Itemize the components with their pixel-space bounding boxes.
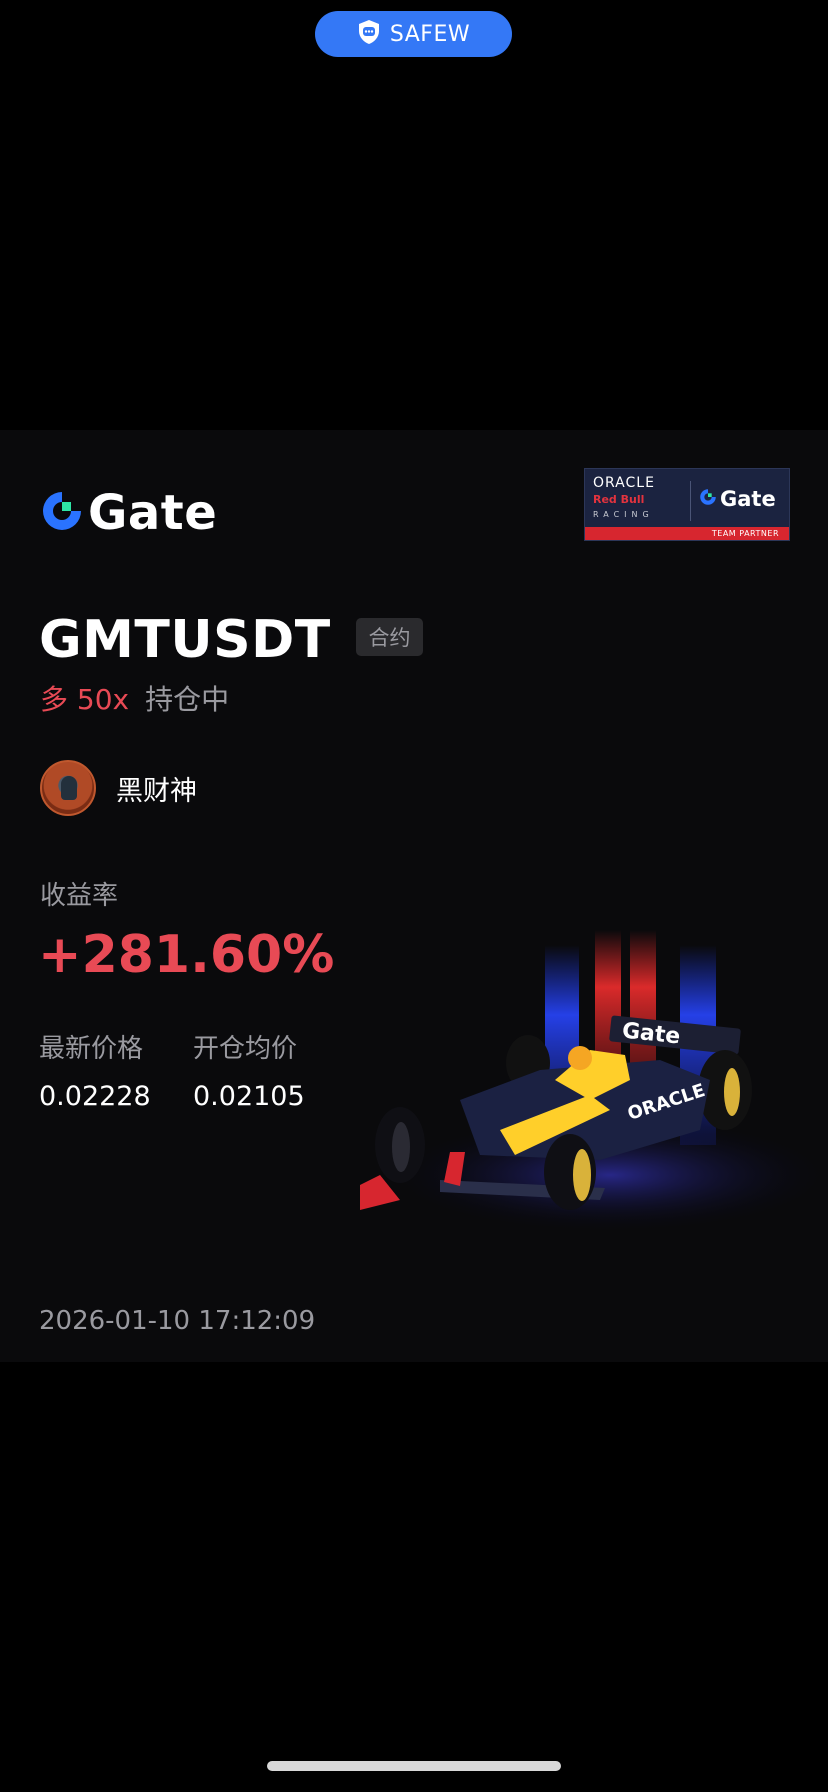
gate-logo: Gate — [40, 485, 217, 541]
partner-racing: RACING — [593, 510, 654, 519]
trading-pair: GMTUSDT — [39, 610, 331, 670]
latest-price-label: 最新价格 — [39, 1034, 144, 1064]
entry-price-value: 0.02105 — [193, 1081, 305, 1112]
avatar — [40, 760, 96, 816]
entry-price: 开仓均价 0.02105 — [193, 1028, 305, 1112]
gate-logo-icon — [40, 489, 84, 538]
gate-small-icon — [699, 488, 717, 511]
user-info: 黑财神 — [40, 760, 197, 816]
safew-pill[interactable]: SAFEW — [315, 11, 512, 57]
gate-wordmark: Gate — [88, 485, 218, 541]
latest-price-value: 0.02228 — [39, 1081, 151, 1112]
partner-redbull: Red Bull — [593, 493, 645, 506]
partner-oracle: ORACLE — [593, 475, 655, 491]
contract-tag: 合约 — [356, 618, 423, 656]
latest-price: 最新价格 0.02228 — [39, 1028, 151, 1112]
partner-strip: TEAM PARTNER — [585, 527, 789, 540]
share-card: Gate ORACLE Red Bull RACING Gate TEAM PA… — [0, 430, 828, 1362]
username: 黑财神 — [116, 775, 197, 807]
timestamp: 2026-01-10 17:12:09 — [39, 1306, 316, 1336]
partner-gate: Gate — [720, 487, 776, 511]
f1-car-illustration: Gate ORACLE — [340, 930, 828, 1260]
partner-badge: ORACLE Red Bull RACING Gate TEAM PARTNER — [584, 468, 790, 541]
entry-price-label: 开仓均价 — [193, 1034, 298, 1064]
home-indicator[interactable] — [267, 1761, 561, 1771]
position-status: 持仓中 — [145, 683, 230, 716]
chat-shield-icon — [357, 19, 381, 50]
car-wing-livery: Gate — [621, 1019, 682, 1050]
roi-value: +281.60% — [38, 925, 335, 985]
partner-divider — [690, 481, 691, 521]
position-line: 多 50x 持仓中 — [40, 678, 229, 718]
direction-leverage: 多 50x — [40, 683, 130, 716]
roi-label: 收益率 — [40, 881, 119, 911]
safew-label: SAFEW — [389, 21, 471, 47]
